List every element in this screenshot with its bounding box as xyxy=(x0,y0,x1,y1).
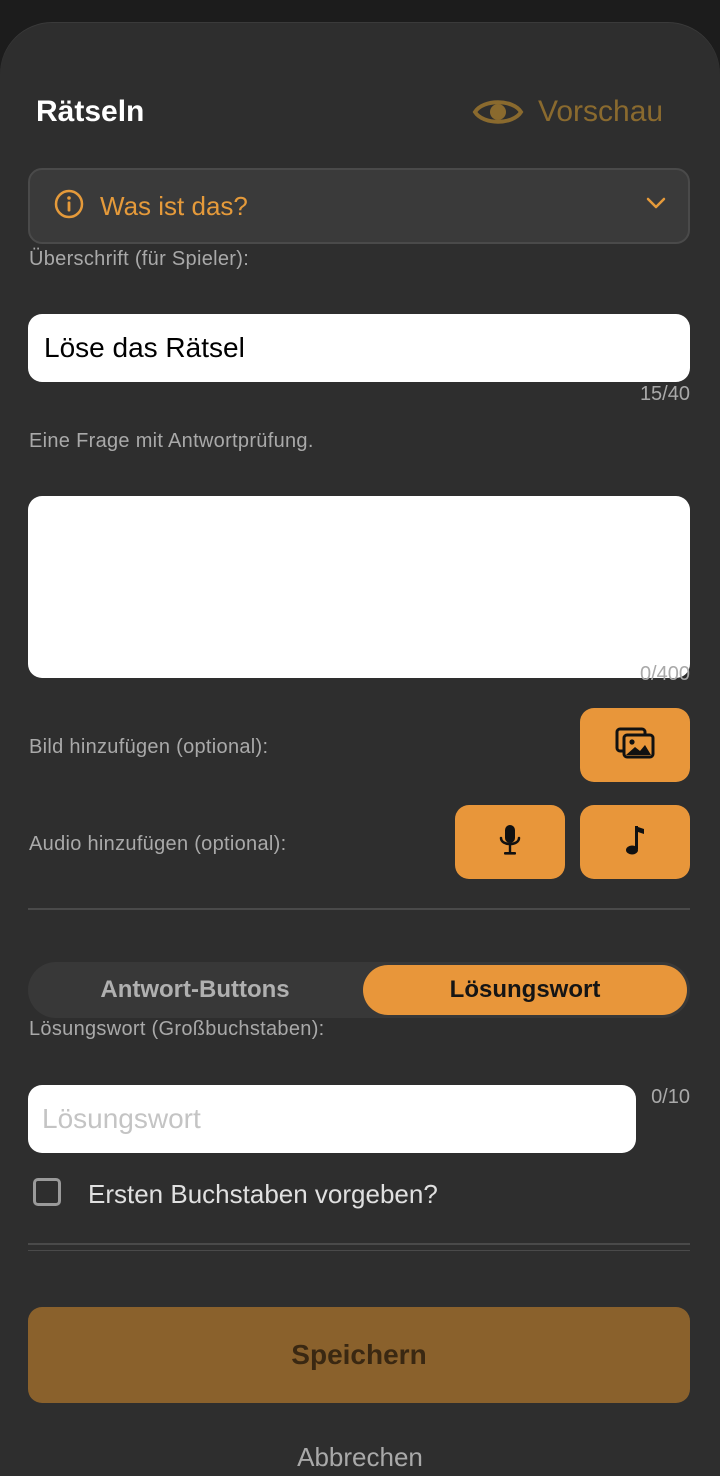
preview-button[interactable]: Vorschau xyxy=(472,90,663,134)
answer-mode-toggle: Antwort-Buttons Lösungswort xyxy=(28,962,690,1018)
cancel-button[interactable]: Abbrechen xyxy=(0,1442,720,1473)
image-label: Bild hinzufügen (optional): xyxy=(29,736,269,758)
eye-icon xyxy=(472,94,524,130)
heading-input[interactable]: Löse das Rätsel xyxy=(28,314,690,382)
save-button[interactable]: Speichern xyxy=(28,1307,690,1403)
question-counter: 0/400 xyxy=(639,663,690,685)
add-image-button[interactable] xyxy=(580,708,690,782)
page-title: Rätseln xyxy=(36,95,145,128)
microphone-icon xyxy=(498,823,522,862)
tab-solution-word[interactable]: Lösungswort xyxy=(363,965,687,1015)
question-textarea[interactable] xyxy=(28,496,690,678)
solution-counter: 0/10 xyxy=(651,1086,690,1108)
music-note-icon xyxy=(624,823,646,862)
section-divider xyxy=(28,908,690,910)
solution-label: Lösungswort (Großbuchstaben): xyxy=(29,1018,325,1040)
first-letter-label: Ersten Buchstaben vorgeben? xyxy=(88,1179,438,1209)
heading-counter: 15/40 xyxy=(639,383,690,405)
riddle-type-dropdown[interactable]: Was ist das? xyxy=(28,168,690,244)
footer-divider-secondary xyxy=(28,1250,690,1251)
footer-divider xyxy=(28,1243,690,1245)
solution-input[interactable] xyxy=(28,1085,636,1153)
chevron-down-icon xyxy=(646,196,666,215)
image-gallery-icon xyxy=(615,727,655,764)
riddle-type-value: Was ist das? xyxy=(100,190,248,221)
question-label: Eine Frage mit Antwortprüfung. xyxy=(29,430,314,452)
audio-label: Audio hinzufügen (optional): xyxy=(29,833,287,855)
heading-label: Überschrift (für Spieler): xyxy=(29,248,250,270)
preview-label: Vorschau xyxy=(538,95,664,128)
add-music-button[interactable] xyxy=(580,805,690,879)
editor-sheet: Rätseln Vorschau Was ist das? Überschrif… xyxy=(0,22,720,1476)
tab-answer-buttons[interactable]: Antwort-Buttons xyxy=(28,962,362,1018)
record-audio-button[interactable] xyxy=(455,805,565,879)
first-letter-checkbox[interactable] xyxy=(33,1178,61,1206)
info-icon xyxy=(54,189,84,224)
